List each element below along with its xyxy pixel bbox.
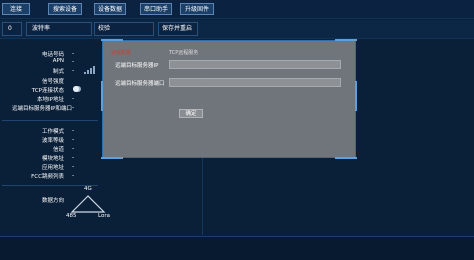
save-restart-button[interactable]: 保存并重启 [162,23,192,35]
tcp-status-toggle[interactable] [73,86,81,92]
app-address-value: - [72,163,75,170]
network-mode-label: 制式 [52,69,64,75]
signal-strength-label: 信号强度 [41,79,64,85]
connect-button[interactable]: 连接 [2,3,30,15]
remote-ip-input[interactable] [169,60,341,69]
remote-port-input[interactable] [169,78,341,87]
verify-label: 校验 [98,25,111,32]
dialog-subtitle: TCP远程服务 [169,50,199,56]
apn-value: - [72,58,75,65]
work-mode-label: 工作模式 [41,129,64,135]
remote-server-value: - [72,104,75,111]
device-data-button[interactable]: 设备数据 [94,3,126,15]
diagram-485-label: 485 [66,213,77,219]
index-value: 0 [8,25,12,32]
diagram-4g-label: 4G [84,186,92,192]
remote-ip-label: 远端目标服务器IP [115,63,159,69]
rate-level-label: 波率等级 [41,138,64,144]
corner-decoration [335,39,357,41]
module-address-label: 模块地址 [41,156,64,162]
fcc-hop-list-label: FCC跳频列表 [31,174,64,180]
search-device-button[interactable]: 搜索设备 [48,3,82,15]
work-mode-value: - [72,127,75,134]
corner-decoration [101,39,123,41]
side-decoration [101,81,103,111]
index-box[interactable] [2,22,22,36]
local-ip-label: 本地IP地址 [37,97,64,103]
dialog-title: 远程配置 [111,50,132,56]
phone-number-label: 电话号码 [41,52,64,58]
bottom-bar [0,236,474,260]
app-address-label: 应用地址 [41,165,64,171]
remote-config-dialog: 远程配置 TCP远程服务 远端目标服务器IP 远端目标服务器端口 确定 [101,39,357,159]
apn-label: APN [52,58,64,64]
section-divider-1 [2,120,98,121]
channel-value: - [72,145,75,152]
top-toolbar: 连接 搜索设备 设备数据 串口助手 升级固件 [0,0,474,19]
data-direction-label: 数据方向 [41,198,64,204]
baud-rate-label: 波特率 [32,25,51,32]
side-decoration [355,81,357,111]
network-mode-value: - [72,67,75,74]
corner-decoration [335,157,357,159]
rate-level-value: - [72,136,75,143]
settings-row: 0 波特率 校验 保存并重启 [0,20,474,39]
direction-triangle [70,195,106,213]
ok-button[interactable]: 确定 [179,109,203,118]
tcp-status-label: TCP连接状态 [31,88,64,94]
phone-number-value: - [72,50,75,57]
fcc-hop-list-value: - [72,172,75,179]
module-address-value: - [72,154,75,161]
upgrade-firmware-button[interactable]: 升级固件 [180,3,214,15]
diagram-lora-label: Lora [98,213,110,219]
local-ip-value: - [72,95,75,102]
remote-port-label: 远端目标服务器端口 [115,81,165,87]
channel-label: 信道 [52,147,64,153]
corner-decoration [101,157,123,159]
remote-server-label: 远端目标服务器IP和端口 [12,106,72,112]
serial-assistant-button[interactable]: 串口助手 [140,3,172,15]
